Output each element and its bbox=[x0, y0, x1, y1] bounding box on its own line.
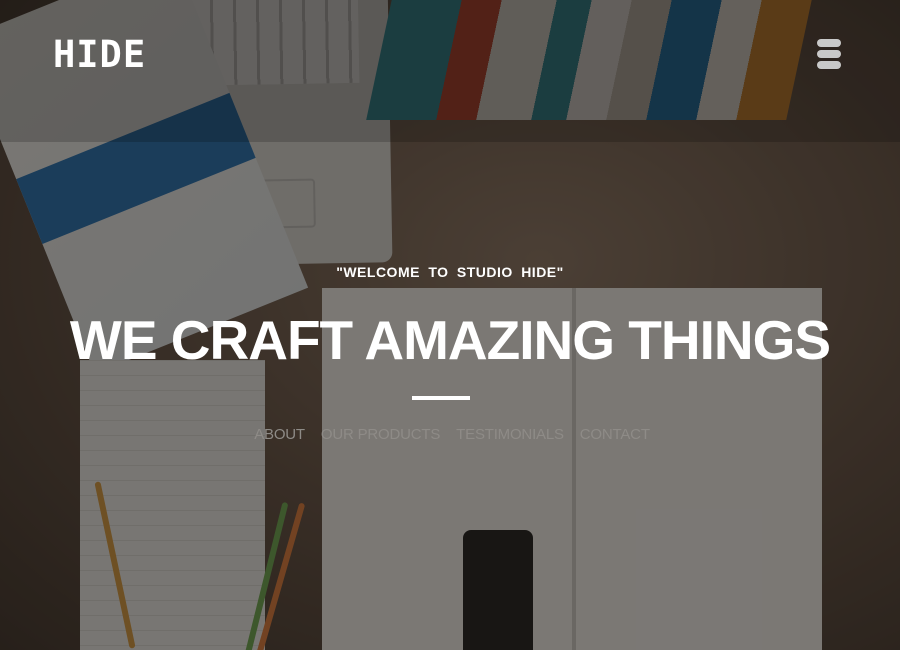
hero-tagline: "WELCOME TO STUDIO HIDE" bbox=[336, 264, 564, 280]
hero-headline: WE CRAFT AMAZING THINGS bbox=[69, 309, 831, 371]
nav-link-contact[interactable]: CONTACT bbox=[580, 426, 650, 443]
nav-link-our-products[interactable]: OUR PRODUCTS bbox=[321, 426, 440, 443]
hero-section: "WELCOME TO STUDIO HIDE" WE CRAFT AMAZIN… bbox=[0, 0, 900, 650]
hero-divider bbox=[412, 396, 470, 400]
nav-link-testimonials[interactable]: TESTIMONIALS bbox=[456, 426, 564, 443]
hero-nav: ABOUT OUR PRODUCTS TESTIMONIALS CONTACT bbox=[0, 426, 900, 443]
nav-link-about[interactable]: ABOUT bbox=[254, 426, 305, 443]
